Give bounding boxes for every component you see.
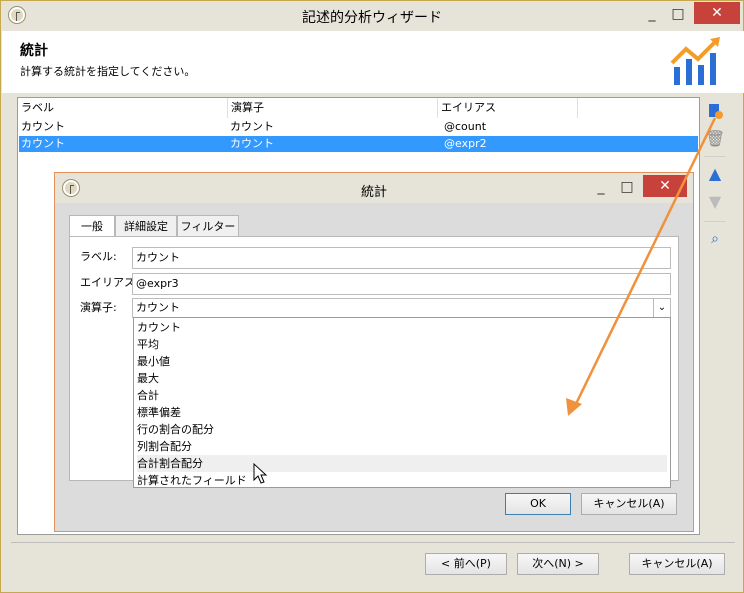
tab-general[interactable]: 一般 xyxy=(69,215,115,238)
cancel-button[interactable]: キャンセル(A) xyxy=(629,553,725,575)
maximize-button[interactable]: □ xyxy=(665,3,691,25)
wizard-header: 統計 計算する統計を指定してください。 xyxy=(2,31,744,93)
close-button[interactable]: ✕ xyxy=(694,2,740,24)
row-label: カウント xyxy=(21,137,65,150)
list-item[interactable]: 行の割合の配分 xyxy=(137,421,667,438)
row-alias: @count xyxy=(444,120,487,133)
column-header-alias[interactable]: エイリアス xyxy=(438,98,578,118)
annotation-arrow xyxy=(566,117,717,416)
operator-caption: 演算子: xyxy=(80,301,117,314)
row-label: カウント xyxy=(21,120,65,133)
tab-advanced[interactable]: 詳細設定 xyxy=(115,215,177,237)
alias-caption: エイリアス: xyxy=(80,276,139,289)
cursor-arrow-icon xyxy=(253,462,268,484)
column-header-label[interactable]: ラベル xyxy=(18,98,228,118)
footer-divider xyxy=(11,542,735,543)
window-title: 記述的分析ウィザード xyxy=(302,10,442,26)
row-operator: カウント xyxy=(230,137,274,150)
list-item[interactable]: 計算されたフィールド xyxy=(137,472,667,489)
page-title: 統計 xyxy=(20,43,48,59)
list-item[interactable]: 列割合配分 xyxy=(137,438,667,455)
row-alias: @expr2 xyxy=(444,137,487,150)
prev-button[interactable]: < 前へ(P) xyxy=(425,553,507,575)
chart-growth-icon xyxy=(670,37,720,85)
row-operator: カウント xyxy=(230,120,274,133)
dialog-cancel-button[interactable]: キャンセル(A) xyxy=(581,493,677,515)
list-item-hovered[interactable]: 合計割合配分 xyxy=(137,455,667,472)
ok-button[interactable]: OK xyxy=(505,493,571,515)
minimize-button[interactable]: _ xyxy=(639,3,665,25)
title-bar: 記述的分析ウィザード _ □ ✕ xyxy=(1,1,743,31)
label-caption: ラベル: xyxy=(80,250,117,263)
page-subtitle: 計算する統計を指定してください。 xyxy=(20,65,196,78)
tab-filter[interactable]: フィルター xyxy=(177,215,239,237)
next-button[interactable]: 次へ(N) > xyxy=(517,553,599,575)
column-header-operator[interactable]: 演算子 xyxy=(228,98,438,118)
